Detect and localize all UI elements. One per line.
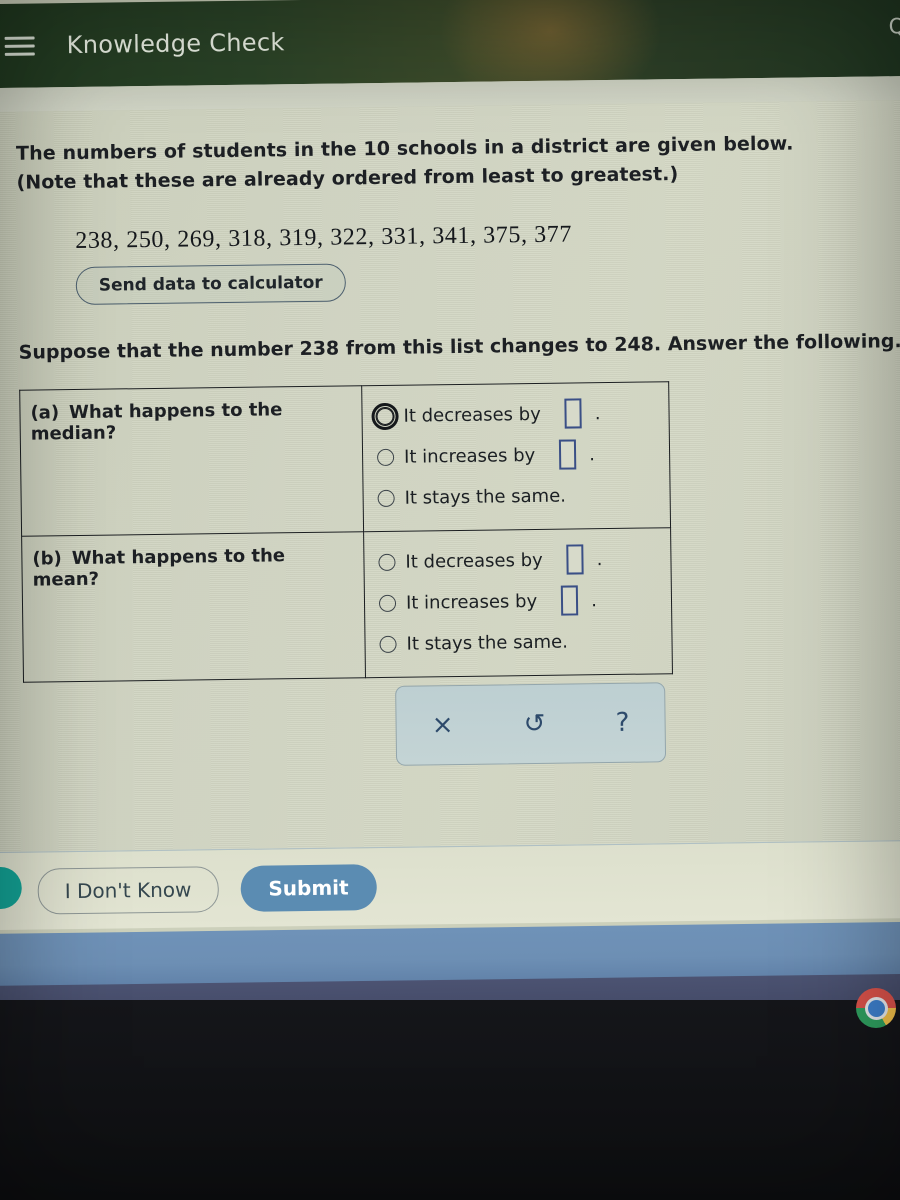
- chrome-browser-icon[interactable]: [856, 988, 896, 1028]
- part-label-cell: (b) What happens to the mean?: [21, 531, 366, 683]
- answer-toolbar: × ↺ ?: [395, 682, 667, 766]
- photo-of-screen: Knowledge Check Qu The numbers of studen…: [0, 0, 900, 1200]
- option-label: It decreases by: [403, 403, 541, 427]
- hamburger-line: [4, 43, 35, 48]
- hamburger-line: [4, 35, 35, 40]
- option-row[interactable]: It decreases by.: [378, 538, 661, 583]
- action-bar: I Don't Know Submit: [0, 839, 900, 931]
- trailing-period: .: [589, 444, 596, 466]
- question-parts-table: (a) What happens to the median? It decreas…: [19, 381, 673, 683]
- screen-surface: Knowledge Check Qu The numbers of studen…: [0, 0, 900, 957]
- data-values-list: 238, 250, 269, 318, 319, 322, 331, 341, …: [75, 221, 573, 254]
- option-label: It increases by: [405, 590, 538, 614]
- radio-button[interactable]: [378, 553, 396, 571]
- question-prompt: The numbers of students in the 10 school…: [16, 128, 900, 199]
- part-question-text: What happens to the mean?: [32, 545, 286, 591]
- option-row[interactable]: It increases by.: [377, 433, 660, 478]
- radio-button[interactable]: [371, 402, 399, 430]
- option-row[interactable]: It stays the same.: [379, 620, 662, 665]
- part-number: (b): [32, 548, 62, 570]
- trailing-period: .: [591, 590, 598, 612]
- send-data-to-calculator-button[interactable]: Send data to calculator: [75, 263, 346, 305]
- part-options-cell: It decreases by. It increases by. It stays…: [363, 527, 673, 678]
- answer-input[interactable]: [559, 439, 577, 471]
- app-bar: Knowledge Check Qu: [0, 0, 900, 89]
- option-row[interactable]: It stays the same.: [377, 474, 660, 519]
- radio-button[interactable]: [379, 635, 397, 653]
- option-label: It increases by: [403, 444, 536, 468]
- submit-button[interactable]: Submit: [240, 863, 377, 912]
- option-label: It stays the same.: [404, 485, 567, 509]
- answer-input[interactable]: [560, 585, 579, 617]
- table-row: (b) What happens to the mean? It decreases…: [21, 527, 673, 683]
- hamburger-menu-icon[interactable]: [4, 35, 35, 56]
- hamburger-line: [4, 51, 35, 56]
- option-label: It decreases by: [405, 549, 543, 573]
- radio-button[interactable]: [378, 594, 397, 612]
- option-label: It stays the same.: [406, 631, 568, 655]
- part-options-cell: It decreases by. It increases by. It stays…: [361, 381, 671, 532]
- suppose-statement: Suppose that the number 238 from this li…: [18, 330, 900, 364]
- undo-icon[interactable]: ↺: [523, 709, 545, 739]
- option-row[interactable]: It increases by.: [378, 579, 662, 624]
- part-label-cell: (a) What happens to the median?: [19, 385, 364, 537]
- trailing-period: .: [594, 402, 601, 425]
- dark-surround: [0, 1000, 900, 1200]
- clear-icon[interactable]: ×: [432, 710, 454, 740]
- table-row: (a) What happens to the median? It decreas…: [19, 381, 671, 537]
- option-row[interactable]: It decreases by.: [371, 392, 659, 437]
- radio-button[interactable]: [377, 448, 395, 466]
- answer-input[interactable]: [564, 398, 582, 429]
- dont-know-button[interactable]: I Don't Know: [37, 865, 219, 915]
- trailing-period: .: [596, 548, 603, 571]
- app-bar-title: Knowledge Check: [66, 28, 285, 60]
- radio-button[interactable]: [377, 489, 395, 507]
- help-icon[interactable]: ?: [615, 708, 629, 738]
- question-page: The numbers of students in the 10 school…: [0, 99, 900, 853]
- part-number: (a): [30, 402, 60, 424]
- answer-input[interactable]: [566, 544, 584, 575]
- question-counter-label: Qu: [888, 13, 900, 39]
- part-question-text: What happens to the median?: [30, 399, 283, 445]
- avatar: [0, 866, 22, 910]
